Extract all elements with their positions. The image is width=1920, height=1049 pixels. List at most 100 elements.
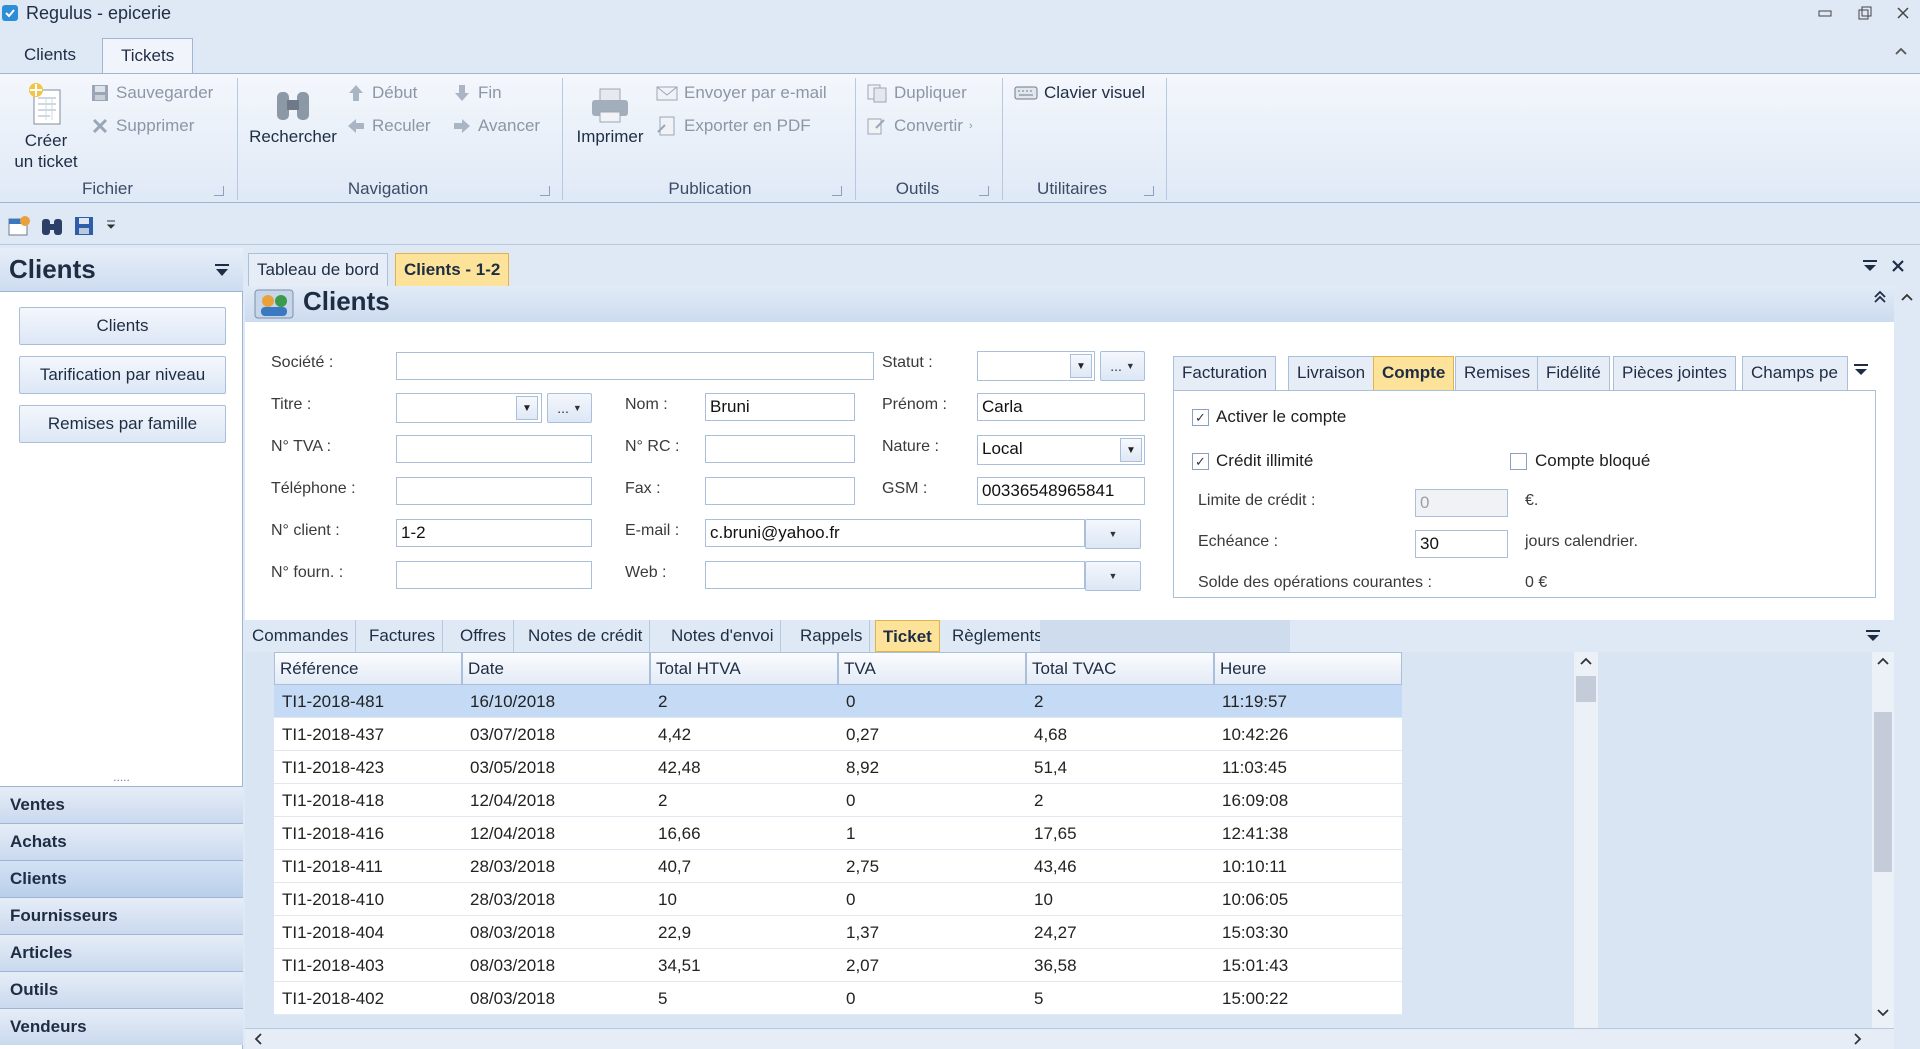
table-row[interactable]: TI1-2018-437 03/07/2018 4,42 0,27 4,68 10:42:… — [274, 718, 1402, 751]
titre-dropdown-icon[interactable]: ▼ — [516, 396, 538, 420]
rc-input[interactable] — [705, 435, 855, 463]
statut-dropdown-icon[interactable]: ▼ — [1070, 354, 1092, 378]
table-row[interactable]: TI1-2018-416 12/04/2018 16,66 1 17,65 12:41:3… — [274, 817, 1402, 850]
column-header-total-tvac[interactable]: Total TVAC — [1026, 652, 1214, 685]
tab-remises[interactable]: Remises — [1455, 356, 1540, 390]
gsm-input[interactable]: 00336548965841 — [977, 477, 1145, 505]
group-launcher-icon[interactable] — [214, 186, 224, 196]
activate-account-checkbox[interactable]: ✓ — [1192, 409, 1209, 426]
convert-button[interactable]: Convertir › — [866, 116, 973, 136]
tva-input[interactable] — [396, 435, 592, 463]
nav-section-achats[interactable]: Achats — [0, 823, 243, 860]
nav-section-ventes[interactable]: Ventes — [0, 786, 243, 823]
client-number-input[interactable]: 1-2 — [396, 519, 592, 547]
scroll-left-icon[interactable] — [253, 1033, 263, 1045]
table-row[interactable]: TI1-2018-402 08/03/2018 5 0 5 15:00:22 — [274, 982, 1402, 1015]
virtual-keyboard-button[interactable]: Clavier visuel — [1014, 83, 1145, 103]
societe-input[interactable] — [396, 352, 874, 380]
group-launcher-icon[interactable] — [979, 186, 989, 196]
column-header-date[interactable]: Date — [462, 652, 650, 685]
export-pdf-button[interactable]: Exporter en PDF — [656, 116, 811, 136]
tab-clients[interactable]: Clients — [6, 38, 94, 74]
table-row[interactable]: TI1-2018-411 28/03/2018 40,7 2,75 43,46 10:10… — [274, 850, 1402, 883]
nav-section-articles[interactable]: Articles — [0, 934, 243, 971]
nav-section-vendeurs[interactable]: Vendeurs — [0, 1008, 243, 1045]
blocked-account-checkbox[interactable] — [1510, 453, 1527, 470]
main-scrollbar[interactable] — [1894, 286, 1920, 1049]
end-button[interactable]: Fin — [452, 83, 502, 103]
group-launcher-icon[interactable] — [1144, 186, 1154, 196]
scroll-thumb[interactable] — [1576, 676, 1596, 702]
prenom-input[interactable]: Carla — [977, 393, 1145, 421]
tab-facturation[interactable]: Facturation — [1173, 356, 1277, 390]
telephone-input[interactable] — [396, 477, 592, 505]
statut-more-button[interactable]: ... ▼ — [1100, 351, 1145, 381]
table-row[interactable]: TI1-2018-404 08/03/2018 22,9 1,37 24,27 15:03… — [274, 916, 1402, 949]
customize-toolbar-icon[interactable] — [105, 219, 117, 231]
scroll-right-icon[interactable] — [1853, 1033, 1863, 1045]
tab-offres[interactable]: Offres — [453, 620, 514, 652]
web-input[interactable] — [705, 561, 1085, 589]
fax-input[interactable] — [705, 477, 855, 505]
supplier-number-input[interactable] — [396, 561, 592, 589]
tab-factures[interactable]: Factures — [362, 620, 444, 652]
email-action-button[interactable]: ▼ — [1085, 519, 1141, 549]
tab-compte[interactable]: Compte — [1373, 356, 1455, 390]
collapse-header-icon[interactable] — [1873, 290, 1887, 304]
column-header-tva[interactable]: TVA — [838, 652, 1026, 685]
search-button[interactable]: Rechercher — [246, 86, 340, 147]
create-ticket-button[interactable]: Créer un ticket — [6, 80, 86, 172]
nom-input[interactable]: Bruni — [705, 393, 855, 421]
horizontal-scrollbar[interactable] — [245, 1028, 1894, 1049]
save-icon[interactable] — [73, 215, 95, 237]
web-action-button[interactable]: ▼ — [1085, 561, 1141, 591]
tab-reglements[interactable]: Règlements — [945, 620, 1050, 652]
delete-button[interactable]: Supprimer — [90, 116, 194, 136]
grid-scrollbar[interactable] — [1574, 652, 1598, 1028]
tab-fidelite[interactable]: Fidélité — [1537, 356, 1610, 390]
column-header-total-htva[interactable]: Total HTVA — [650, 652, 838, 685]
nav-section-clients[interactable]: Clients — [0, 860, 243, 897]
tab-rappels[interactable]: Rappels — [793, 620, 871, 652]
tab-notes-credit[interactable]: Notes de crédit — [521, 620, 651, 652]
start-button[interactable]: Début — [346, 83, 417, 103]
close-icon[interactable] — [1890, 2, 1916, 24]
ribbon-collapse-icon[interactable] — [1894, 46, 1908, 56]
table-row[interactable]: TI1-2018-423 03/05/2018 42,48 8,92 51,4 11:03… — [274, 751, 1402, 784]
tab-tickets[interactable]: Tickets — [102, 38, 194, 75]
nav-button-remises[interactable]: Remises par famille — [19, 405, 226, 443]
tab-pieces-jointes[interactable]: Pièces jointes — [1613, 356, 1736, 390]
table-row[interactable]: TI1-2018-403 08/03/2018 34,51 2,07 36,58 15:0… — [274, 949, 1402, 982]
new-ticket-icon[interactable] — [7, 215, 31, 237]
minimize-icon[interactable] — [1812, 2, 1838, 24]
scroll-up-icon[interactable] — [1877, 656, 1889, 666]
nav-splitter-grip[interactable]: ..... — [0, 771, 243, 785]
scroll-up-icon[interactable] — [1580, 656, 1592, 666]
duplicate-button[interactable]: Dupliquer — [866, 83, 967, 103]
nav-pane-menu-icon[interactable] — [214, 262, 230, 278]
tab-ticket[interactable]: Ticket — [875, 620, 940, 652]
table-row[interactable]: TI1-2018-418 12/04/2018 2 0 2 16:09:08 — [274, 784, 1402, 817]
forward-button[interactable]: Avancer — [452, 116, 540, 136]
close-tab-icon[interactable] — [1890, 258, 1906, 274]
save-button[interactable]: Sauvegarder — [90, 83, 213, 103]
column-header-heure[interactable]: Heure — [1214, 652, 1402, 685]
print-button[interactable]: Imprimer — [570, 86, 650, 147]
column-header-reference[interactable]: Référence — [274, 652, 462, 685]
nav-button-clients[interactable]: Clients — [19, 307, 226, 345]
tab-livraison[interactable]: Livraison — [1288, 356, 1375, 390]
table-row[interactable]: TI1-2018-410 28/03/2018 10 0 10 10:06:05 — [274, 883, 1402, 916]
nav-section-fournisseurs[interactable]: Fournisseurs — [0, 897, 243, 934]
doc-tab-client[interactable]: Clients - 1-2 — [395, 253, 510, 286]
tab-overflow-icon[interactable] — [1865, 628, 1881, 644]
scroll-down-icon[interactable] — [1877, 1008, 1889, 1018]
tab-champs[interactable]: Champs pe — [1742, 356, 1848, 390]
group-launcher-icon[interactable] — [832, 186, 842, 196]
scroll-thumb[interactable] — [1874, 712, 1892, 872]
email-input[interactable]: c.bruni@yahoo.fr — [705, 519, 1085, 547]
unlimited-credit-checkbox[interactable]: ✓ — [1192, 453, 1209, 470]
tab-commandes[interactable]: Commandes — [245, 620, 357, 652]
table-row[interactable]: TI1-2018-481 16/10/2018 2 0 2 11:19:57 — [274, 685, 1402, 718]
credit-limit-input[interactable]: 0 — [1415, 489, 1508, 517]
titre-more-button[interactable]: ... ▼ — [547, 393, 592, 423]
